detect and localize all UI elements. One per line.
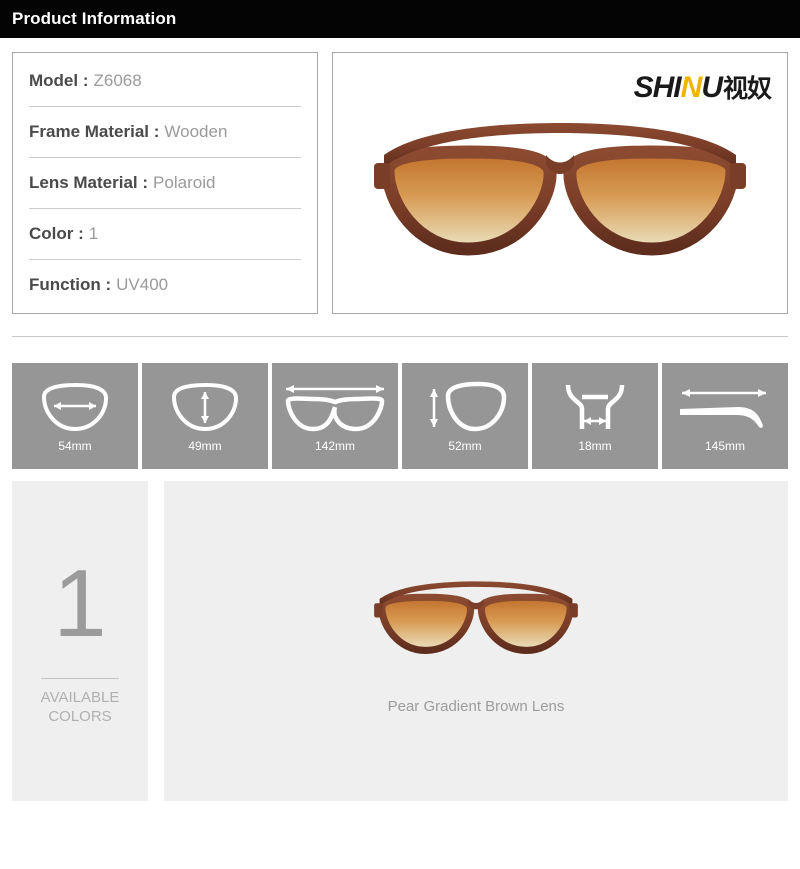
brand-logo: SHI N U 视奴 (633, 69, 772, 105)
lens-height-icon (171, 382, 239, 432)
colors-caption-line2: COLORS (48, 707, 112, 725)
measurement-tile-bridge-width: 18mm (532, 363, 658, 469)
spec-label: Model : (29, 71, 89, 90)
colors-divider (41, 677, 119, 679)
top-section: Model : Z6068 Frame Material : Wooden Le… (0, 38, 800, 314)
page-title: Product Information (12, 9, 177, 28)
spec-row: Color : 1 (29, 209, 301, 260)
available-colors-panel: 1 AVAILABLE COLORS (12, 481, 148, 801)
brand-logo-shi: SHI (633, 71, 682, 104)
measurement-tile-temple-length: 145mm (662, 363, 788, 469)
colors-caption-line1: AVAILABLE (40, 688, 120, 706)
spec-label: Function : (29, 275, 112, 294)
measurement-label: 145mm (704, 439, 745, 453)
spec-label: Lens Material : (29, 173, 149, 192)
specification-box: Model : Z6068 Frame Material : Wooden Le… (12, 52, 318, 314)
measurement-tile-lens-height: 49mm (142, 363, 268, 469)
brand-logo-chinese: 视奴 (722, 74, 772, 103)
spec-row: Frame Material : Wooden (29, 107, 301, 158)
temple-length-icon (680, 389, 766, 428)
available-colors-count: 1 (53, 549, 107, 657)
lens-vertical-icon (430, 381, 507, 432)
measurement-row: 54mm 49mm 142mm 52mm 18mm 145mm (0, 337, 800, 469)
spec-row: Function : UV400 (29, 260, 301, 310)
spec-label: Color : (29, 224, 84, 243)
color-variant-panel[interactable]: Pear Gradient Brown Lens (164, 481, 788, 801)
spec-row: Model : Z6068 (29, 56, 301, 107)
measurement-label: 18mm (578, 439, 612, 453)
brand-logo-u: U (701, 71, 723, 104)
measurement-tile-lens-width: 54mm (12, 363, 138, 469)
bridge-width-icon (565, 384, 625, 429)
spec-value: Wooden (164, 122, 228, 141)
spec-row: Lens Material : Polaroid (29, 158, 301, 209)
measurement-label: 52mm (448, 439, 482, 453)
measurement-label: 54mm (58, 439, 92, 453)
spec-label: Frame Material : (29, 122, 160, 141)
variant-sunglasses-image (374, 580, 578, 654)
spec-value: Z6068 (93, 71, 142, 90)
measurement-tile-lens-vertical: 52mm (402, 363, 528, 469)
product-photo-panel: SHI N U 视奴 (332, 52, 788, 314)
lens-width-icon (41, 382, 109, 432)
brand-logo-n: N (680, 71, 703, 104)
measurement-label: 142mm (314, 439, 355, 453)
available-colors-caption: AVAILABLE COLORS (41, 689, 120, 727)
variant-caption: Pear Gradient Brown Lens (387, 697, 565, 715)
spec-value: 1 (88, 224, 99, 243)
bottom-section: 1 AVAILABLE COLORS Pear Gradient Brown L… (0, 469, 800, 801)
frame-width-icon (285, 385, 385, 432)
measurement-tile-frame-width: 142mm (272, 363, 398, 469)
spec-value: Polaroid (153, 173, 216, 192)
page-header: Product Information (0, 0, 800, 38)
measurement-label: 49mm (188, 439, 222, 453)
spec-value: UV400 (116, 275, 169, 294)
product-photo-sunglasses (374, 122, 746, 256)
